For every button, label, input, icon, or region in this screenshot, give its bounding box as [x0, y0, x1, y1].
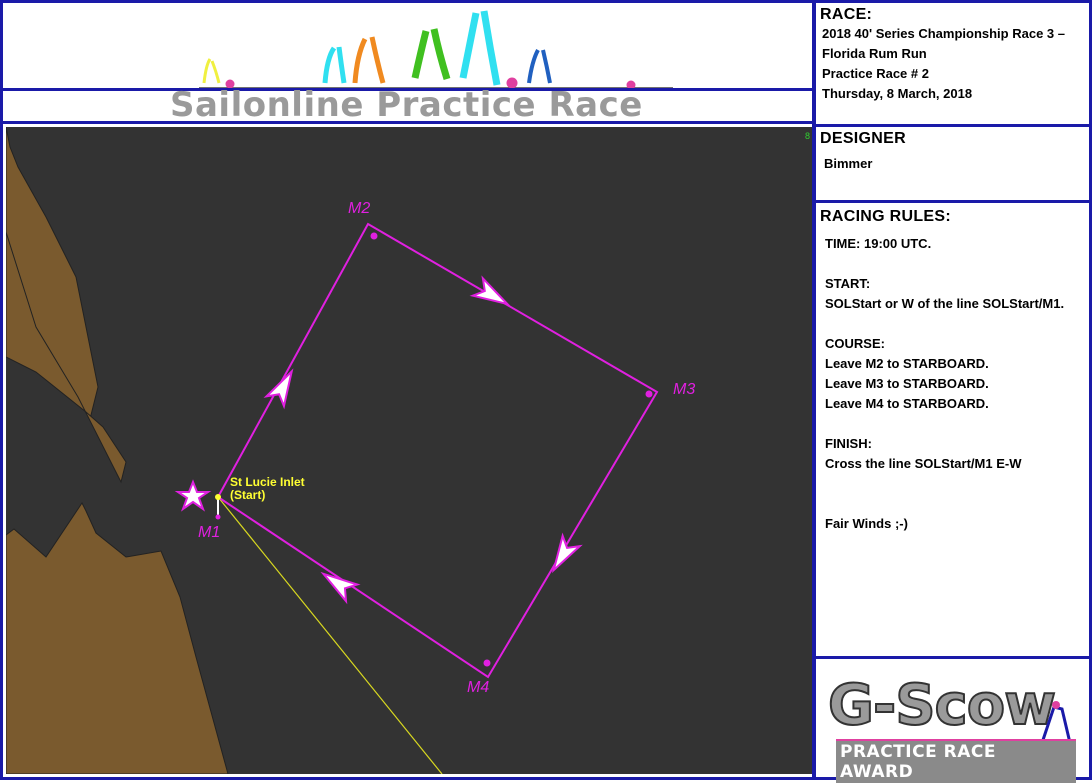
- mark-m1-dot: [215, 514, 221, 520]
- award-logo: G-Scow PRACTICE RACE AWARD: [826, 672, 1076, 783]
- race-heading: RACE:: [820, 6, 873, 23]
- mark-label-m4: M4: [467, 679, 490, 696]
- rules-course-1: Leave M2 to STARBOARD.: [825, 356, 989, 371]
- rules-start-text: SOLStart or W of the line SOLStart/M1.: [825, 296, 1065, 311]
- rules-heading: RACING RULES:: [820, 208, 952, 225]
- logo-sub-text: PRACTICE RACE AWARD: [836, 739, 1076, 783]
- page-title: Sailonline Practice Race: [170, 85, 643, 125]
- map-graphic: [6, 127, 659, 774]
- mark-label-m1: M1: [198, 524, 221, 541]
- rules-closing: Fair Winds ;-): [825, 516, 908, 531]
- course-line: [217, 222, 659, 679]
- mark-m4-dot: [483, 659, 491, 667]
- start-label-1: St Lucie Inlet: [230, 475, 305, 489]
- direction-arrow-2: [469, 275, 511, 306]
- corner-tick: 8: [805, 131, 811, 141]
- start-dot: [215, 494, 221, 500]
- sails-graphic: [199, 10, 673, 88]
- mark-m2-dot: [370, 232, 378, 240]
- direction-arrow-3: [551, 532, 583, 574]
- rules-course-heading: COURSE:: [825, 336, 885, 351]
- race-line-3: Practice Race # 2: [822, 66, 929, 81]
- designer-heading: DESIGNER: [820, 130, 906, 147]
- rules-finish-text: Cross the line SOLStart/M1 E-W: [825, 456, 1022, 471]
- race-panel: RACE: 2018 40' Series Championship Race …: [816, 3, 1089, 121]
- designer-name: Bimmer: [824, 156, 873, 171]
- rules-time: TIME: 19:00 UTC.: [825, 236, 932, 251]
- race-line-1: 2018 40' Series Championship Race 3 –: [822, 26, 1065, 41]
- start-label-2: (Start): [230, 488, 266, 502]
- mark-label-m3: M3: [673, 381, 696, 398]
- rules-finish-heading: FINISH:: [825, 436, 872, 451]
- designer-panel: DESIGNER Bimmer: [816, 124, 1089, 202]
- mark-label-m2: M2: [348, 200, 371, 217]
- banner: [3, 3, 812, 88]
- land-lower: [6, 502, 229, 774]
- logo-main-text: G-Scow: [827, 672, 1057, 739]
- race-line-4: Thursday, 8 March, 2018: [822, 86, 973, 101]
- award-logo-panel: G-Scow PRACTICE RACE AWARD: [816, 656, 1089, 783]
- course-map[interactable]: St Lucie Inlet (Start) M1 M2 M3 M4 8: [6, 127, 812, 774]
- rules-course-2: Leave M3 to STARBOARD.: [825, 376, 989, 391]
- race-line-2: Florida Rum Run: [822, 46, 927, 61]
- star-icon: [174, 479, 212, 512]
- rules-start-heading: START:: [825, 276, 871, 291]
- racing-rules-panel: RACING RULES: TIME: 19:00 UTC. START: SO…: [816, 200, 1089, 658]
- mark-m3-dot: [645, 390, 653, 398]
- direction-arrow-4: [320, 571, 361, 605]
- rules-course-3: Leave M4 to STARBOARD.: [825, 396, 989, 411]
